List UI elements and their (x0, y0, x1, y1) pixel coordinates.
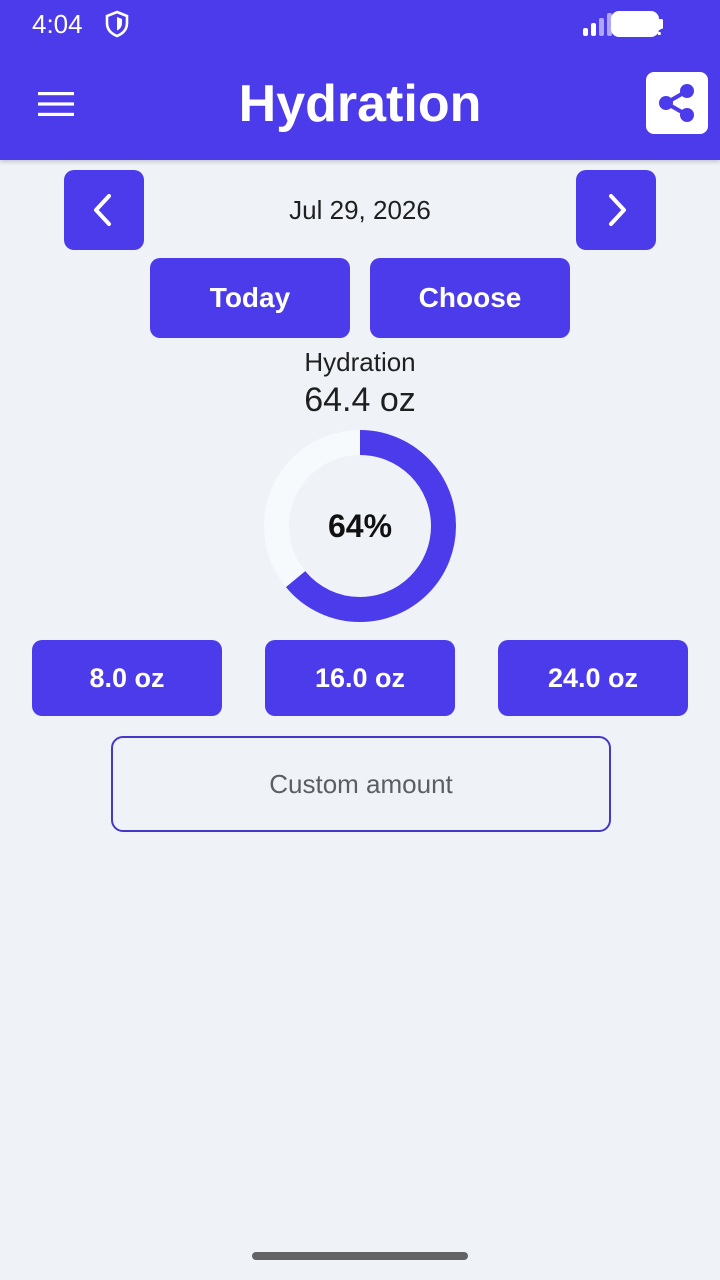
metric-value: 64.4 oz (304, 381, 416, 419)
share-button[interactable] (646, 72, 708, 134)
selected-date: Jul 29, 2026 (289, 195, 431, 225)
share-icon (659, 84, 694, 122)
battery-icon (611, 11, 663, 37)
metric-title: Hydration (304, 347, 416, 377)
add-8-oz-button[interactable]: 8.0 oz (32, 640, 222, 716)
chevron-left-icon (94, 194, 111, 226)
page-title: Hydration (238, 75, 482, 133)
custom-amount-input[interactable] (111, 736, 611, 832)
progress-percent: 64% (327, 507, 393, 544)
choose-date-button[interactable]: Choose (370, 258, 570, 338)
home-indicator[interactable] (252, 1252, 468, 1260)
hamburger-menu-icon[interactable] (30, 84, 82, 124)
status-time: 4:04 (32, 9, 83, 39)
chevron-right-icon (609, 194, 626, 226)
next-day-button[interactable] (576, 170, 656, 250)
today-button[interactable]: Today (150, 258, 350, 338)
shield-icon (105, 10, 129, 38)
add-16-oz-button[interactable]: 16.0 oz (265, 640, 455, 716)
previous-day-button[interactable] (64, 170, 144, 250)
add-24-oz-button[interactable]: 24.0 oz (498, 640, 688, 716)
app-bar: 4:04 Hydration (0, 0, 720, 160)
